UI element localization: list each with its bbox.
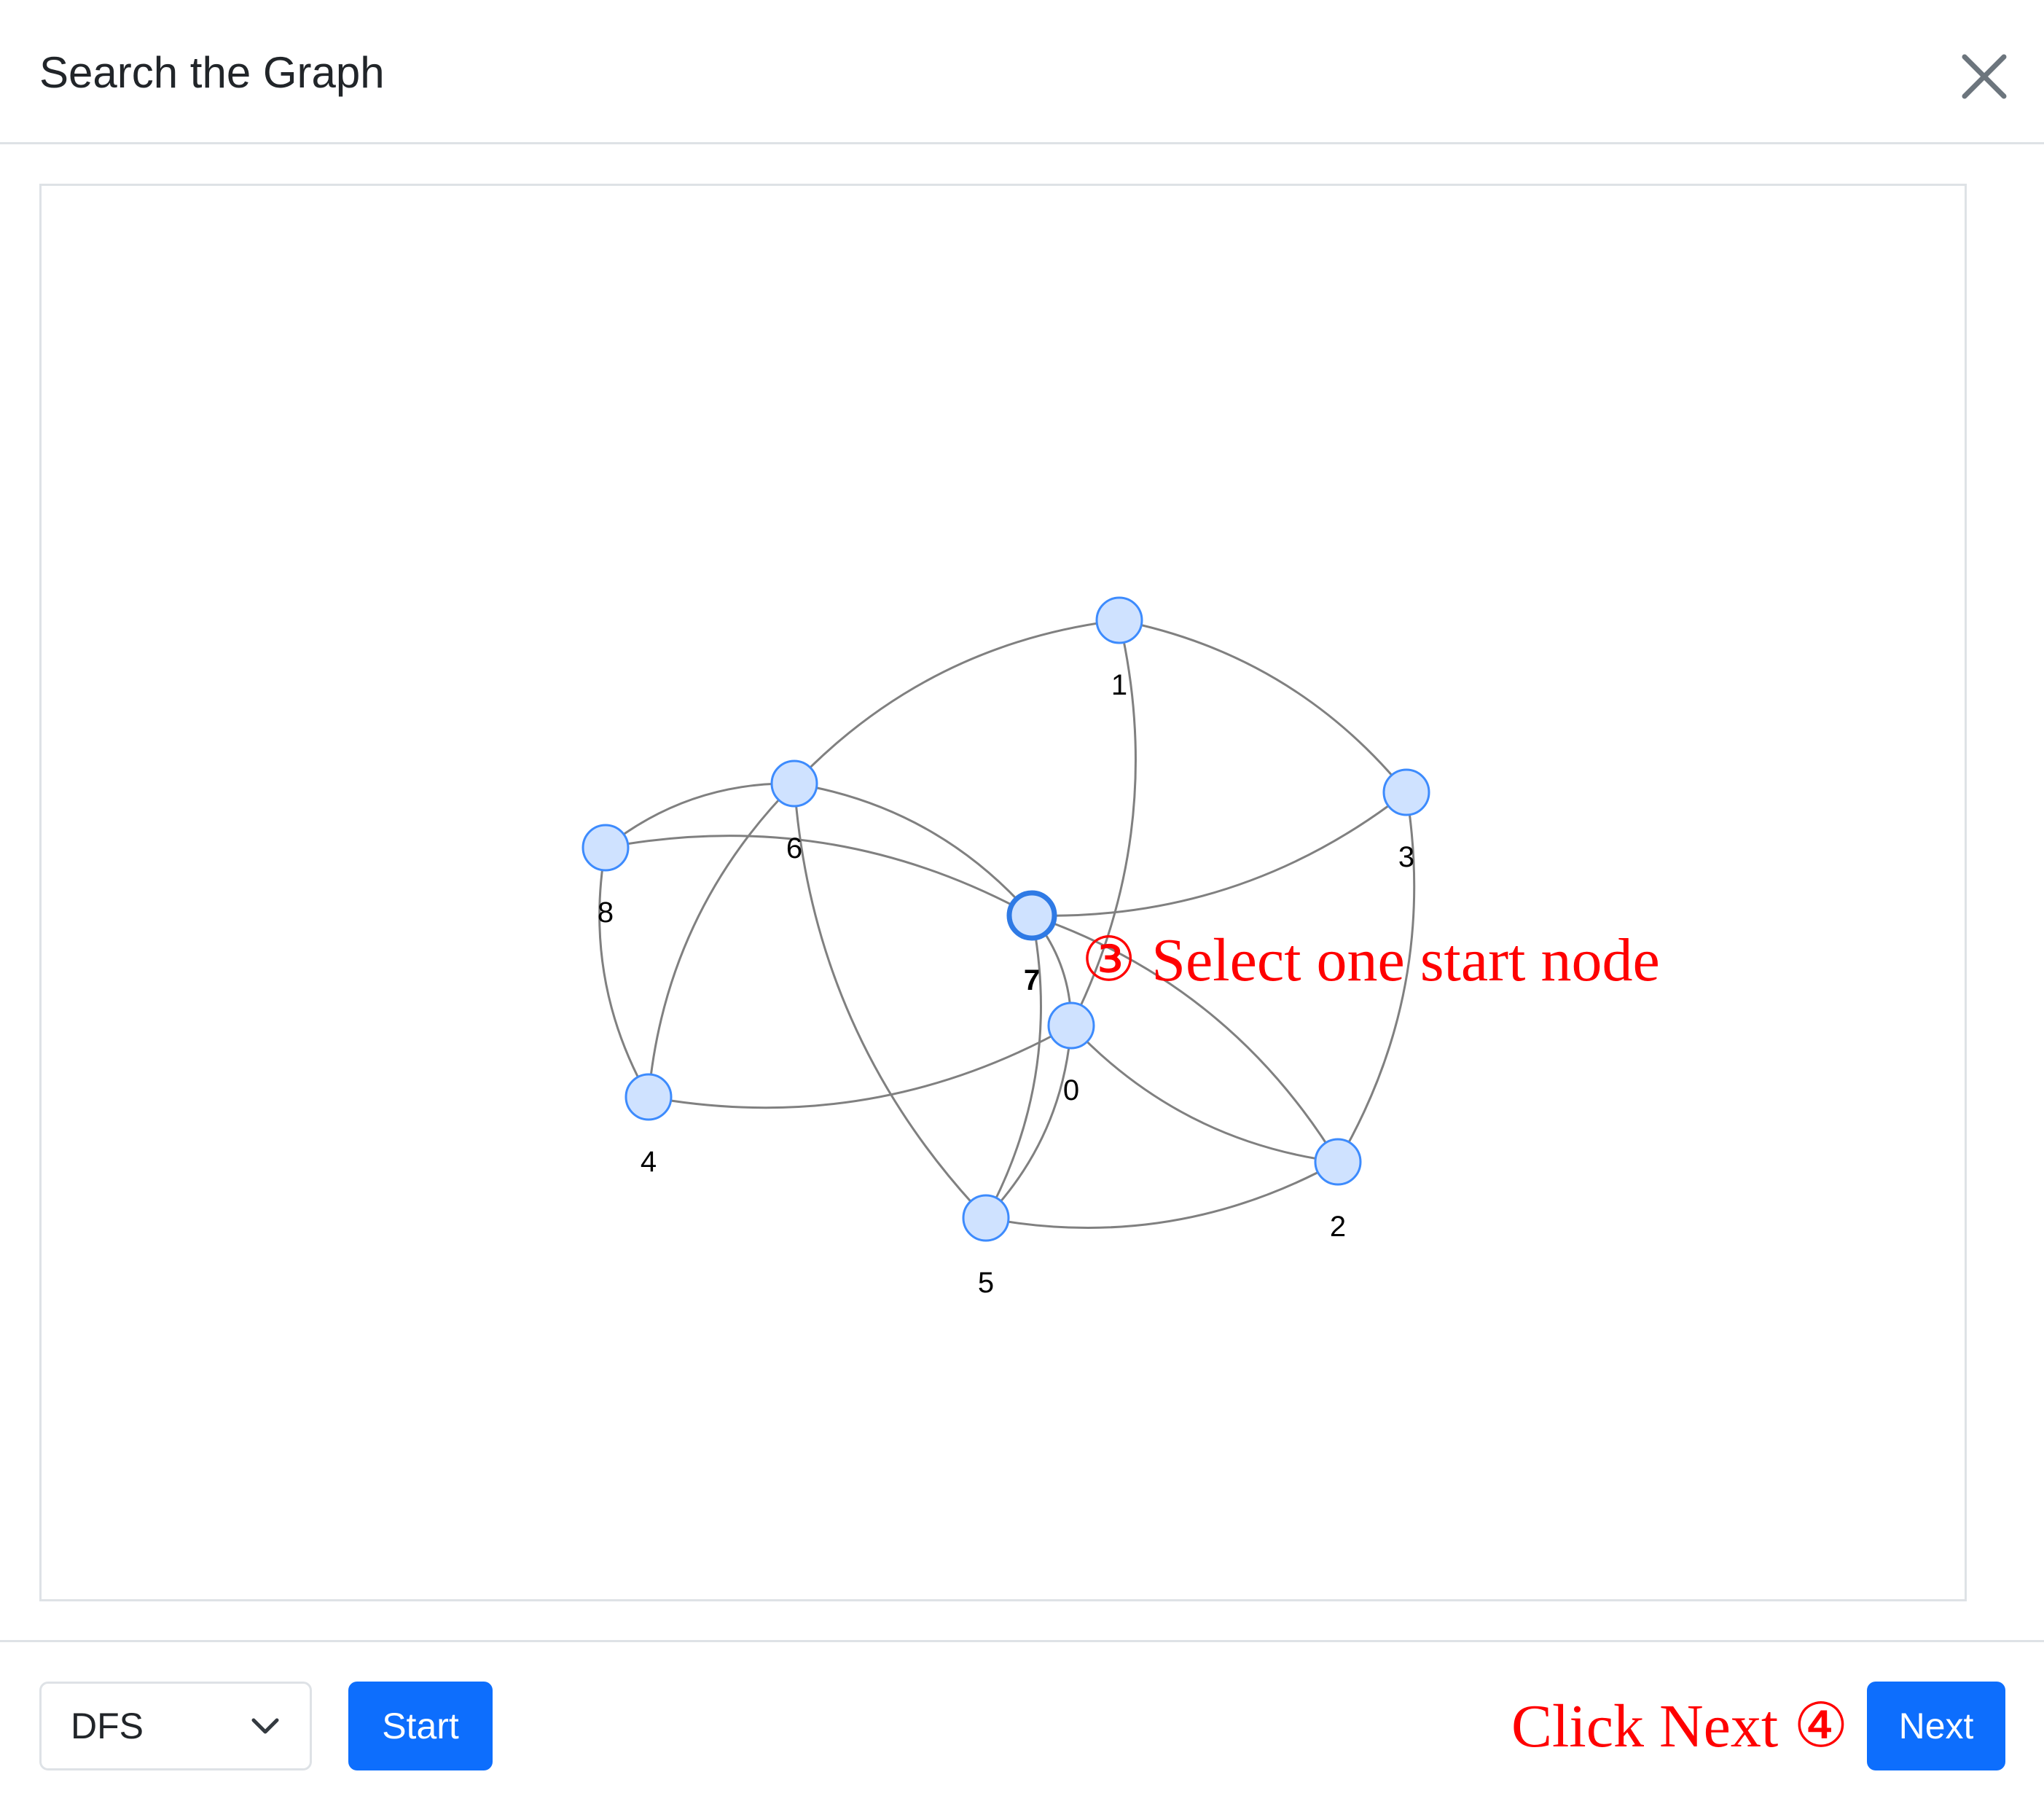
graph-node-6[interactable] (770, 760, 818, 808)
graph-node-label-7: 7 (1024, 964, 1040, 996)
graph-node-label-6: 6 (786, 832, 802, 864)
close-button[interactable] (1953, 45, 2016, 108)
start-button[interactable]: Start (348, 1682, 493, 1770)
graph-node-label-8: 8 (598, 897, 614, 929)
graph-edge-3-7 (1031, 791, 1407, 917)
dialog-title: Search the Graph (39, 48, 385, 97)
algorithm-select-value: DFS (71, 1706, 144, 1746)
graph-edge-0-5 (984, 1025, 1073, 1219)
graph-edge-7-5 (984, 915, 1042, 1219)
graph-edge-8-4 (598, 847, 650, 1098)
graph-node-label-2: 2 (1330, 1211, 1346, 1243)
graph-node-0[interactable] (1047, 1001, 1095, 1050)
graph-edge-6-4 (647, 782, 796, 1098)
graph-node-4[interactable] (624, 1073, 673, 1121)
graph-edge-6-1 (793, 619, 1120, 785)
dialog-body: 0 1 2 3 4 5 6 7 8 ③ Select one start node (0, 144, 2044, 1640)
graph-edge-5-2 (985, 1160, 1339, 1229)
chevron-down-icon (251, 1718, 279, 1734)
close-icon (1962, 54, 2007, 99)
graph-edge-0-2 (1070, 1024, 1339, 1163)
graph-svg: 0 1 2 3 4 5 6 7 8 (582, 596, 1430, 1299)
search-graph-dialog: Search the Graph 0 1 2 3 4 5 6 7 8 ③ Select one … (0, 0, 2044, 1804)
graph-node-3[interactable] (1382, 768, 1430, 816)
graph-node-label-1: 1 (1111, 669, 1127, 701)
graph-edge-6-7 (794, 782, 1033, 916)
graph-node-5[interactable] (962, 1194, 1010, 1242)
dialog-header: Search the Graph (0, 0, 2044, 144)
graph-canvas[interactable]: 0 1 2 3 4 5 6 7 8 (39, 184, 1967, 1601)
graph-node-label-4: 4 (641, 1146, 657, 1178)
graph-node-label-5: 5 (978, 1267, 994, 1299)
dialog-footer: DFS Start Click Next ④ Next (0, 1640, 2044, 1804)
annotation-select-node: ③ Select one start node (1081, 926, 1660, 994)
graph-edge-8-7 (605, 835, 1033, 917)
node-layer (582, 596, 1430, 1242)
graph-edge-1-3 (1119, 619, 1408, 793)
graph-node-2[interactable] (1314, 1138, 1362, 1186)
graph-node-label-0: 0 (1063, 1074, 1079, 1106)
graph-node-7[interactable] (1006, 890, 1057, 941)
annotation-click-next: Click Next ④ (1511, 1692, 1849, 1760)
graph-node-label-3: 3 (1398, 841, 1414, 873)
graph-node-8[interactable] (582, 824, 630, 872)
algorithm-select[interactable]: DFS (39, 1682, 312, 1770)
next-button[interactable]: Next (1867, 1682, 2005, 1770)
graph-node-1[interactable] (1095, 596, 1143, 644)
